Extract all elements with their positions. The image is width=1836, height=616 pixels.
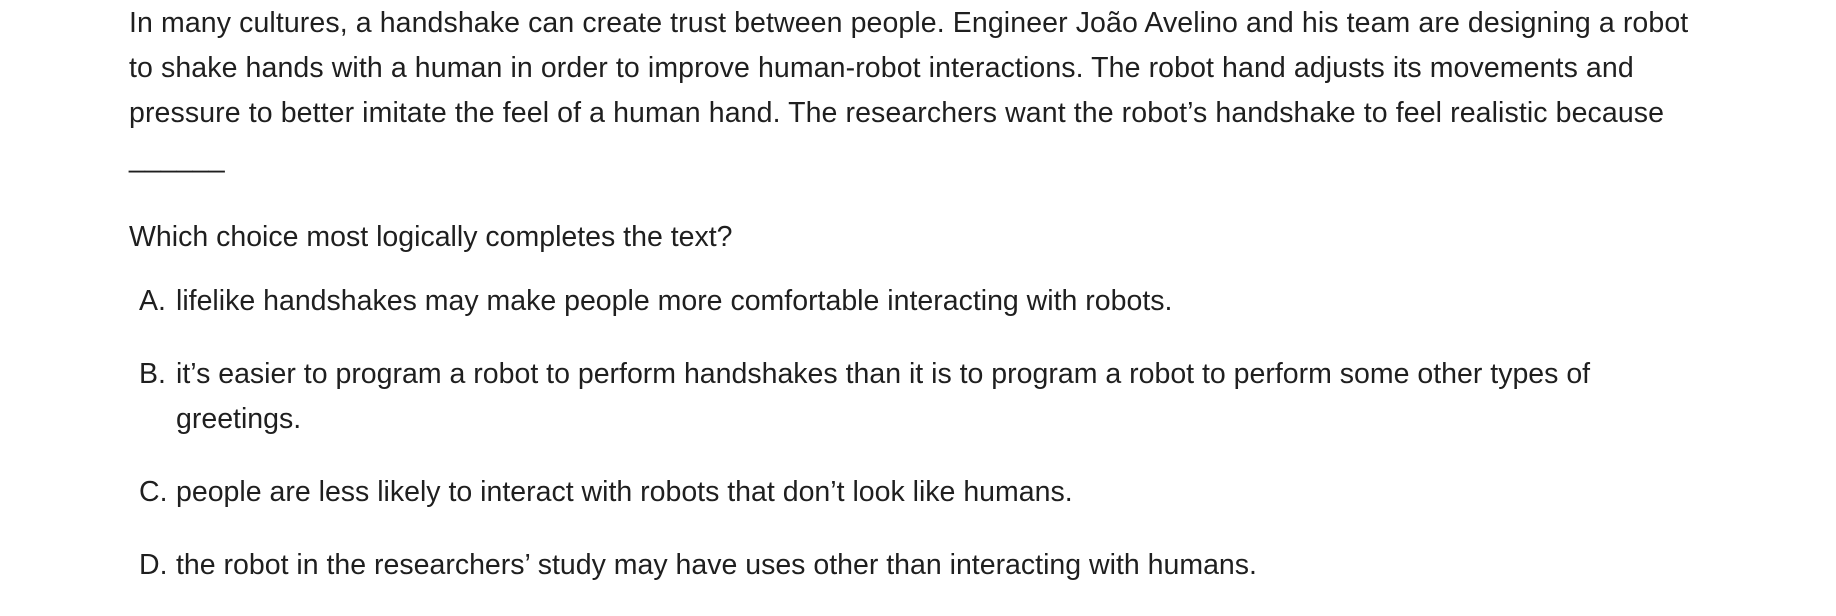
choice-b-text: it’s easier to program a robot to perfor…	[176, 358, 1591, 435]
question-content: In many cultures, a handshake can create…	[129, 0, 1719, 616]
answer-choices: A. lifelike handshakes may make people m…	[129, 279, 1719, 588]
question-prompt: Which choice most logically completes th…	[129, 221, 733, 253]
choice-c-letter: C.	[139, 476, 168, 508]
choice-a[interactable]: A. lifelike handshakes may make people m…	[129, 279, 1719, 324]
choice-c[interactable]: C. people are less likely to interact wi…	[129, 470, 1719, 515]
choice-d-text: the robot in the researchers’ study may …	[176, 549, 1257, 581]
choice-d-letter: D.	[139, 549, 168, 581]
passage-text: In many cultures, a handshake can create…	[129, 7, 1689, 174]
choice-b-letter: B.	[139, 358, 166, 390]
choice-b[interactable]: B. it’s easier to program a robot to per…	[129, 352, 1719, 442]
choice-c-text: people are less likely to interact with …	[176, 476, 1073, 508]
choice-d[interactable]: D. the robot in the researchers’ study m…	[129, 543, 1719, 588]
choice-a-letter: A.	[139, 285, 166, 317]
choice-a-text: lifelike handshakes may make people more…	[176, 285, 1173, 317]
